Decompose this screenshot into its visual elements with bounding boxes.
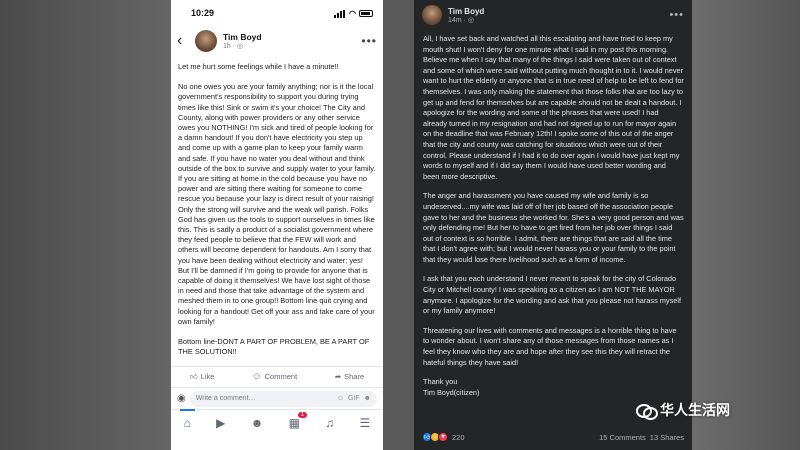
menu-icon: ☰ [359,416,371,430]
post-footer: 👍︎ ☺ ♥ 220 15 Comments 13 Shares [414,428,692,446]
post-text: All, I have set back and watched all thi… [414,30,692,398]
dark-post: Tim Boyd 14m · ◎ ••• All, I have set bac… [414,0,692,450]
tab-groups[interactable]: ☻ [251,416,264,430]
sticker-icon[interactable]: ☻ [364,395,371,402]
more-options-icon[interactable]: ••• [361,34,377,48]
globe-icon: ◎ [237,43,244,50]
thumbs-up-icon: 👍︎ [189,371,198,381]
status-bar: 10:29 ◠ [171,0,383,26]
avatar[interactable] [195,30,217,52]
reaction-count: 220 [452,432,465,442]
post-paragraph: No one owes you are your family anything… [178,82,376,326]
signal-icon [334,8,346,18]
background-right [692,0,800,450]
more-options-icon[interactable]: ••• [669,9,684,21]
post-text: Let me hurt some feelings while I have a… [171,56,383,357]
wifi-icon: ◠ [349,8,356,18]
camera-icon[interactable]: ◉ [177,393,186,404]
back-icon[interactable]: ‹ [177,32,195,50]
comment-input[interactable]: Write a comment… ☺ GIF ☻ [189,390,377,407]
phone-screenshot: 10:29 ◠ ‹ Tim Boyd 1h · ◎ ••• Let me hur… [171,0,383,450]
reactions[interactable]: 👍︎ ☺ ♥ 220 [422,432,465,442]
comment-icon: 💬︎ [252,372,262,381]
post-meta: 14m · ◎ [448,16,474,24]
love-reaction-icon: ♥ [438,432,448,442]
post-paragraph: The anger and harassment you have caused… [423,191,684,264]
globe-icon: ◎ [467,16,474,24]
background-left [0,0,200,450]
tab-menu[interactable]: ☰ [360,416,371,430]
comment-button[interactable]: 💬︎ Comment [252,372,297,381]
avatar[interactable] [422,5,442,25]
shares-count[interactable]: 13 Shares [650,433,684,442]
groups-icon: ☻ [250,416,264,430]
post-paragraph: I ask that you each understand I never m… [423,274,681,316]
bell-icon: ♫ [325,416,335,430]
share-icon: ➦ [334,372,342,381]
status-icons: ◠ [334,8,373,18]
post-paragraph: Let me hurt some feelings while I have a… [178,62,339,71]
bottom-tab-bar: ⌂ ▶ ☻ ▦ 1 ♫ ☰ [171,409,383,450]
emoji-icon[interactable]: ☺ [337,395,344,402]
share-button[interactable]: ➦ Share [335,372,364,381]
tab-watch[interactable]: ▶ [216,416,225,430]
marketplace-icon: ▦ [288,416,300,430]
watermark: 华人生活网 [636,400,730,420]
post-actions: 👍︎ Like 💬︎ Comment ➦ Share [171,366,383,386]
post-paragraph: Bottom line-DONT A PART OF PROBLEM, BE A… [178,337,370,357]
gif-icon[interactable]: GIF [348,395,360,402]
post-paragraph: All, I have set back and watched all thi… [423,34,684,181]
status-time: 10:29 [191,8,215,18]
watermark-text: 华人生活网 [660,402,730,418]
wechat-icon [636,402,658,420]
tab-marketplace[interactable]: ▦ 1 [288,412,307,430]
home-icon: ⌂ [183,416,191,430]
post-paragraph: Threatening our lives with comments and … [423,325,677,367]
like-button[interactable]: 👍︎ Like [190,372,215,382]
battery-icon [359,9,373,17]
video-icon: ▶ [216,416,226,430]
post-meta: 1h · ◎ [223,43,244,50]
post-signoff: Thank you Tim Boyd(citizen) [423,377,480,397]
author-name[interactable]: Tim Boyd [448,7,484,16]
comments-count[interactable]: 15 Comments [599,433,646,442]
tab-notifications[interactable]: ♫ [325,416,334,430]
tab-home[interactable]: ⌂ [179,409,196,430]
post-header: Tim Boyd 14m · ◎ ••• [414,0,692,30]
post-header: ‹ Tim Boyd 1h · ◎ ••• [171,26,383,56]
author-name[interactable]: Tim Boyd [223,32,262,42]
comment-composer: ◉ Write a comment… ☺ GIF ☻ [171,387,383,409]
notification-badge: 1 [297,412,307,418]
